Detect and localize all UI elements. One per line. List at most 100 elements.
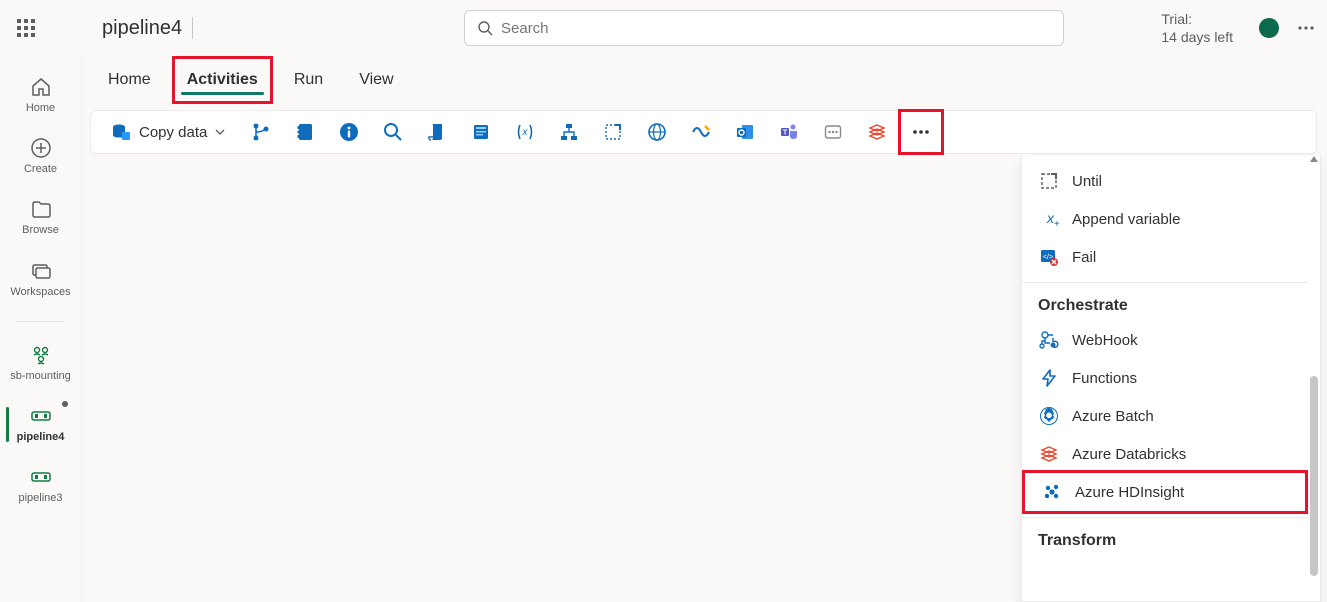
magnifier-icon (383, 122, 403, 142)
dd-item-fail[interactable]: </> Fail (1022, 238, 1308, 276)
search-box[interactable] (464, 10, 1064, 46)
functions-icon (1038, 367, 1060, 389)
tb-dataverse[interactable] (683, 114, 719, 150)
tb-lookup[interactable] (375, 114, 411, 150)
search-icon (477, 20, 493, 36)
more-highlight (898, 109, 944, 155)
tb-web[interactable] (639, 114, 675, 150)
tb-databricks[interactable] (859, 114, 895, 150)
databricks-icon (867, 122, 887, 142)
dd-item-azure-databricks[interactable]: Azure Databricks (1022, 435, 1308, 473)
rail-label: pipeline3 (18, 492, 62, 505)
rail-item-sb-mounting[interactable]: sb-mounting (6, 338, 76, 389)
svg-text:T: T (783, 130, 788, 137)
dataflow-icon (559, 122, 579, 142)
nav-rail: Home Create Browse Workspaces sb-mountin… (0, 56, 82, 602)
pipeline-icon (30, 405, 52, 427)
outlook-icon (735, 122, 755, 142)
tb-notebook[interactable] (287, 114, 323, 150)
trial-label: Trial: (1161, 10, 1233, 28)
rail-label: pipeline4 (17, 431, 65, 444)
rail-label: Browse (22, 224, 59, 237)
dd-label: WebHook (1072, 332, 1138, 349)
header-more-button[interactable] (1297, 19, 1315, 37)
dropdown-scroll[interactable]: Until x+ Append variable </> Fail Orches… (1022, 156, 1308, 601)
dd-label: Azure Batch (1072, 408, 1154, 425)
tb-set-variable[interactable]: x (507, 114, 543, 150)
waffle-icon (17, 19, 35, 37)
fail-icon: </> (1038, 246, 1060, 268)
until-icon (1038, 170, 1060, 192)
dd-header-orchestrate: Orchestrate (1022, 282, 1308, 321)
rail-item-pipeline4[interactable]: pipeline4 (6, 399, 76, 450)
tb-script[interactable] (419, 114, 455, 150)
tb-dataflow[interactable] (551, 114, 587, 150)
dd-item-azure-batch[interactable]: Azure Batch (1022, 397, 1308, 435)
title-area: pipeline4 (52, 17, 452, 40)
notebook-icon (295, 122, 315, 142)
tb-teams[interactable]: T (771, 114, 807, 150)
dd-item-append-variable[interactable]: x+ Append variable (1022, 200, 1308, 238)
browse-icon (30, 198, 52, 220)
teams-icon: T (779, 122, 799, 142)
tb-kql[interactable] (815, 114, 851, 150)
scrollbar-thumb[interactable] (1310, 376, 1318, 576)
tb-branch[interactable] (243, 114, 279, 150)
header-bar: pipeline4 Trial: 14 days left (0, 0, 1327, 56)
activities-toolbar: Copy data (90, 110, 1317, 154)
copy-data-icon (111, 122, 131, 142)
pipeline-icon (30, 466, 52, 488)
avatar[interactable] (1259, 18, 1279, 38)
scroll-up-arrow-icon (1310, 156, 1318, 162)
rail-item-pipeline3[interactable]: pipeline3 (6, 460, 76, 511)
rail-item-browse[interactable]: Browse (6, 192, 76, 243)
tab-home[interactable]: Home (102, 61, 157, 99)
tb-outlook[interactable] (727, 114, 763, 150)
card-icon (823, 122, 843, 142)
copy-data-label: Copy data (139, 124, 207, 141)
page-title: pipeline4 (102, 17, 182, 40)
tb-delete[interactable] (595, 114, 631, 150)
trial-days-left: 14 days left (1161, 28, 1233, 46)
toolbar-more-button[interactable] (903, 114, 939, 150)
rail-label: Home (26, 102, 55, 115)
tabs-row: Home Activities Run View (82, 56, 1327, 104)
dd-label: Azure Databricks (1072, 446, 1186, 463)
azure-hdinsight-icon (1041, 481, 1063, 503)
blueprint-icon (603, 122, 623, 142)
copy-data-button[interactable]: Copy data (101, 114, 235, 150)
dd-item-until[interactable]: Until (1022, 162, 1308, 200)
search-input[interactable] (501, 20, 1051, 37)
tab-run[interactable]: Run (288, 61, 329, 99)
dd-label: Fail (1072, 249, 1096, 266)
dropdown-scrollbar[interactable] (1310, 156, 1318, 601)
dd-item-functions[interactable]: Functions (1022, 359, 1308, 397)
variable-icon: x (515, 122, 535, 142)
tb-info[interactable] (331, 114, 367, 150)
dd-label: Append variable (1072, 211, 1180, 228)
dd-item-azure-hdinsight[interactable]: Azure HDInsight (1022, 470, 1308, 514)
dd-header-transform: Transform (1022, 517, 1308, 556)
rail-item-workspaces[interactable]: Workspaces (6, 254, 76, 305)
chevron-down-icon (215, 127, 225, 137)
title-separator (192, 17, 193, 39)
rail-label: Workspaces (10, 286, 70, 299)
azure-databricks-icon (1038, 443, 1060, 465)
rail-separator (17, 321, 65, 322)
activities-more-dropdown: Until x+ Append variable </> Fail Orches… (1021, 156, 1321, 602)
info-icon (339, 122, 359, 142)
branch-icon (251, 122, 271, 142)
tab-activities[interactable]: Activities (181, 61, 264, 99)
tab-view[interactable]: View (353, 61, 399, 99)
dd-label: Until (1072, 173, 1102, 190)
rail-label: sb-mounting (10, 370, 71, 383)
app-launcher-button[interactable] (12, 14, 40, 42)
svg-text:+: + (1054, 219, 1059, 229)
dd-item-webhook[interactable]: WebHook (1022, 321, 1308, 359)
dd-label: Functions (1072, 370, 1137, 387)
workspaces-icon (30, 260, 52, 282)
tb-stored-proc[interactable] (463, 114, 499, 150)
rail-item-home[interactable]: Home (6, 70, 76, 121)
rail-item-create[interactable]: Create (6, 131, 76, 182)
page-icon (471, 122, 491, 142)
